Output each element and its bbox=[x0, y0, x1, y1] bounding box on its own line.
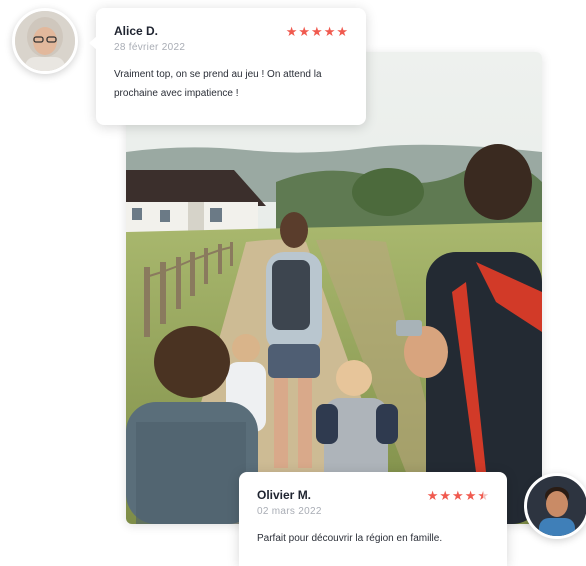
review-card-alice: Alice D. ★ ★ ★ ★ ★ 28 février 2022 Vraim… bbox=[89, 8, 366, 125]
avatar-portrait-olivier bbox=[527, 476, 586, 536]
star-icon: ★ bbox=[285, 23, 298, 39]
reviewer-name: Alice D. bbox=[114, 24, 159, 38]
star-icon: ★ bbox=[464, 487, 477, 503]
review-date: 28 février 2022 bbox=[114, 42, 186, 53]
avatar-portrait-alice bbox=[15, 11, 75, 71]
review-comment: Parfait pour découvrir la région en fami… bbox=[257, 533, 443, 544]
reviewer-avatar-alice bbox=[12, 8, 78, 74]
rating-stars: ★ ★ ★ ★ ★ bbox=[286, 25, 348, 38]
reviewer-avatar-olivier bbox=[524, 473, 586, 539]
review-card-olivier: Olivier M. ★ ★ ★ ★ ★ 02 mars 2022 Parfai… bbox=[239, 472, 507, 566]
review-comment: Vraiment top, on se prend au jeu ! On at… bbox=[114, 69, 322, 99]
star-icon: ★ bbox=[452, 487, 464, 503]
star-icon: ★ bbox=[336, 23, 348, 39]
star-icon: ★ bbox=[311, 23, 323, 39]
review-card-header: Alice D. ★ ★ ★ ★ ★ bbox=[114, 24, 348, 38]
star-icon: ★ bbox=[426, 487, 439, 503]
star-icon: ★ bbox=[323, 23, 336, 39]
review-card-header: Olivier M. ★ ★ ★ ★ ★ bbox=[257, 488, 489, 502]
star-icon: ★ bbox=[439, 487, 452, 503]
star-half-icon: ★ bbox=[477, 487, 489, 503]
rating-stars: ★ ★ ★ ★ ★ bbox=[427, 489, 489, 502]
star-icon: ★ bbox=[298, 23, 311, 39]
reviewer-name: Olivier M. bbox=[257, 488, 312, 502]
review-date: 02 mars 2022 bbox=[257, 506, 322, 517]
